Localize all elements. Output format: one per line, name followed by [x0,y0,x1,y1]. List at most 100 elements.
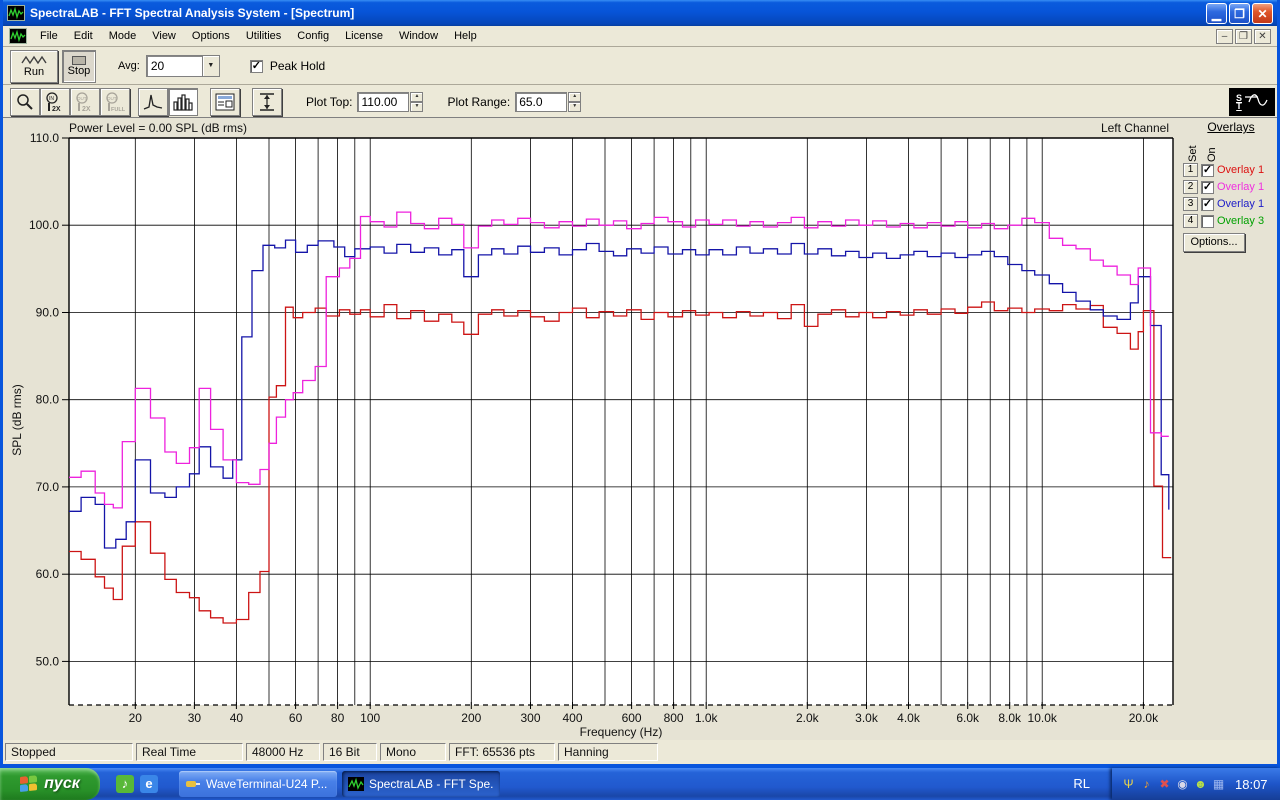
y-tick-label: 50.0 [36,654,60,668]
overlay-rows: 1✓Overlay 12✓Overlay 13✓Overlay 14Overla… [1183,162,1279,229]
svg-text:2X: 2X [82,106,91,113]
x-tick-label: 600 [622,711,642,725]
spin-down-icon: ▼ [568,102,581,112]
stop-button[interactable]: Stop [62,50,96,83]
volume-icon[interactable]: ♪ [1138,776,1155,793]
overlay-on-checkbox-4[interactable] [1201,215,1214,228]
overlay-set-button-1[interactable]: 1 [1183,163,1198,177]
spectrum-plot[interactable]: 110.0100.090.080.070.060.050.02030406080… [3,118,1183,740]
menu-item-edit[interactable]: Edit [66,27,101,45]
run-button[interactable]: Run [10,50,58,83]
zoom-in-icon: IN2X [44,91,66,113]
taskbar-separator [168,773,172,795]
start-button[interactable]: пуск [0,768,100,800]
mdi-restore-button[interactable]: ❐ [1235,29,1252,44]
y-tick-label: 110.0 [30,131,59,145]
usb-icon[interactable]: Ψ [1120,776,1137,793]
spin-up-icon: ▲ [410,92,423,102]
menu-item-view[interactable]: View [144,27,184,45]
keyboard-icon[interactable]: ▦ [1210,776,1227,793]
scale-range-button[interactable] [252,88,282,116]
signal-generator-button[interactable]: ST [1229,88,1275,116]
maximize-button[interactable]: ❐ [1229,3,1250,24]
menu-item-file[interactable]: File [32,27,66,45]
overlay-label: Overlay 3 [1217,215,1264,227]
menu-item-utilities[interactable]: Utilities [238,27,289,45]
overlay-set-button-4[interactable]: 4 [1183,214,1198,228]
app-tray-icon[interactable]: ☻ [1192,776,1209,793]
minimize-button[interactable]: ▁ [1206,3,1227,24]
close-button[interactable]: ✕ [1252,3,1273,24]
overlay-on-checkbox-3[interactable]: ✓ [1201,198,1214,211]
taskbar: пуск ♪ e WaveTerminal-U24 P... SpectraLAB … [0,768,1280,800]
overlay-set-button-3[interactable]: 3 [1183,197,1198,211]
menu-item-options[interactable]: Options [184,27,238,45]
window-title: SpectraLAB - FFT Spectral Analysis Syste… [30,6,354,20]
overlay-on-checkbox-1[interactable]: ✓ [1201,164,1214,177]
waveterminal-icon [185,777,201,791]
status-field-6: Hanning [558,743,658,761]
start-label: пуск [44,775,80,793]
overlay-label: Overlay 1 [1217,181,1264,193]
menu-item-window[interactable]: Window [391,27,446,45]
y-tick-label: 60.0 [36,567,60,581]
peak-hold-checkbox[interactable]: ✓ [250,60,263,73]
overlay-row: 2✓Overlay 1 [1183,179,1279,195]
display-error-icon[interactable]: ✖ [1156,776,1173,793]
menu-item-license[interactable]: License [337,27,391,45]
task-button-1[interactable]: SpectraLAB - FFT Spe... [342,771,500,797]
task-button-0[interactable]: WaveTerminal-U24 P... [179,771,337,797]
x-tick-label: 20.0k [1129,711,1159,725]
x-tick-label: 2.0k [796,711,820,725]
display-options-button[interactable] [210,88,240,116]
plot-background [69,138,1173,705]
svg-text:2X: 2X [52,106,61,113]
windows-logo-icon [20,775,38,793]
system-tray: Ψ♪✖◉☻▦ 18:07 [1112,768,1280,800]
bar-plot-button[interactable] [168,88,198,116]
spectrum-child-icon[interactable] [9,28,27,44]
chevron-down-icon[interactable]: ▼ [202,56,219,76]
mixer-icon[interactable]: ◉ [1174,776,1191,793]
mdi-minimize-button[interactable]: – [1216,29,1233,44]
language-indicator[interactable]: RL [1073,768,1090,800]
peak-curve-icon [143,93,163,111]
line-plot-button[interactable] [138,88,168,116]
spectralab-app-icon [7,5,25,21]
x-tick-label: 20 [129,711,143,725]
zoom-out-full-button: OUTFULL [100,88,130,116]
plot-top-input[interactable]: 110.00 [357,92,409,112]
audio-device-icon[interactable]: ♪ [116,775,134,793]
zoom-in-2x-button[interactable]: IN2X [40,88,70,116]
x-tick-label: 300 [520,711,540,725]
zoom-cursor-button[interactable] [10,88,40,116]
display-settings-icon [215,93,235,111]
zoom-toolbar: IN2X OUT2X OUTFULL Plot Top: 110.00 ▲▼ P… [3,86,1277,118]
vertical-range-icon [258,92,276,112]
internet-explorer-icon[interactable]: e [140,775,158,793]
x-tick-label: 60 [289,711,303,725]
overlay-options-button[interactable]: Options... [1183,233,1245,252]
plot-top-spinner[interactable]: ▲▼ [410,92,423,112]
menu-item-help[interactable]: Help [446,27,485,45]
task-label: WaveTerminal-U24 P... [206,777,327,791]
magnifier-icon [16,93,34,111]
status-field-1: Real Time [136,743,243,761]
plot-range-input[interactable]: 65.0 [515,92,567,112]
menu-item-config[interactable]: Config [289,27,337,45]
overlay-row: 4 Overlay 3 [1183,213,1279,229]
status-field-0: Stopped [5,743,133,761]
peak-hold-label: Peak Hold [270,59,325,73]
task-buttons: WaveTerminal-U24 P... SpectraLAB - FFT Sp… [174,771,500,797]
overlays-title: Overlays [1183,120,1279,134]
x-tick-label: 40 [230,711,244,725]
avg-value: 20 [147,56,202,76]
avg-combo[interactable]: 20 ▼ [146,55,220,77]
menu-item-mode[interactable]: Mode [101,27,145,45]
overlay-on-checkbox-2[interactable]: ✓ [1201,181,1214,194]
overlay-set-button-2[interactable]: 2 [1183,180,1198,194]
x-tick-label: 80 [331,711,345,725]
mdi-close-button[interactable]: ✕ [1254,29,1271,44]
plot-range-spinner[interactable]: ▲▼ [568,92,581,112]
x-axis-title: Frequency (Hz) [580,725,663,739]
